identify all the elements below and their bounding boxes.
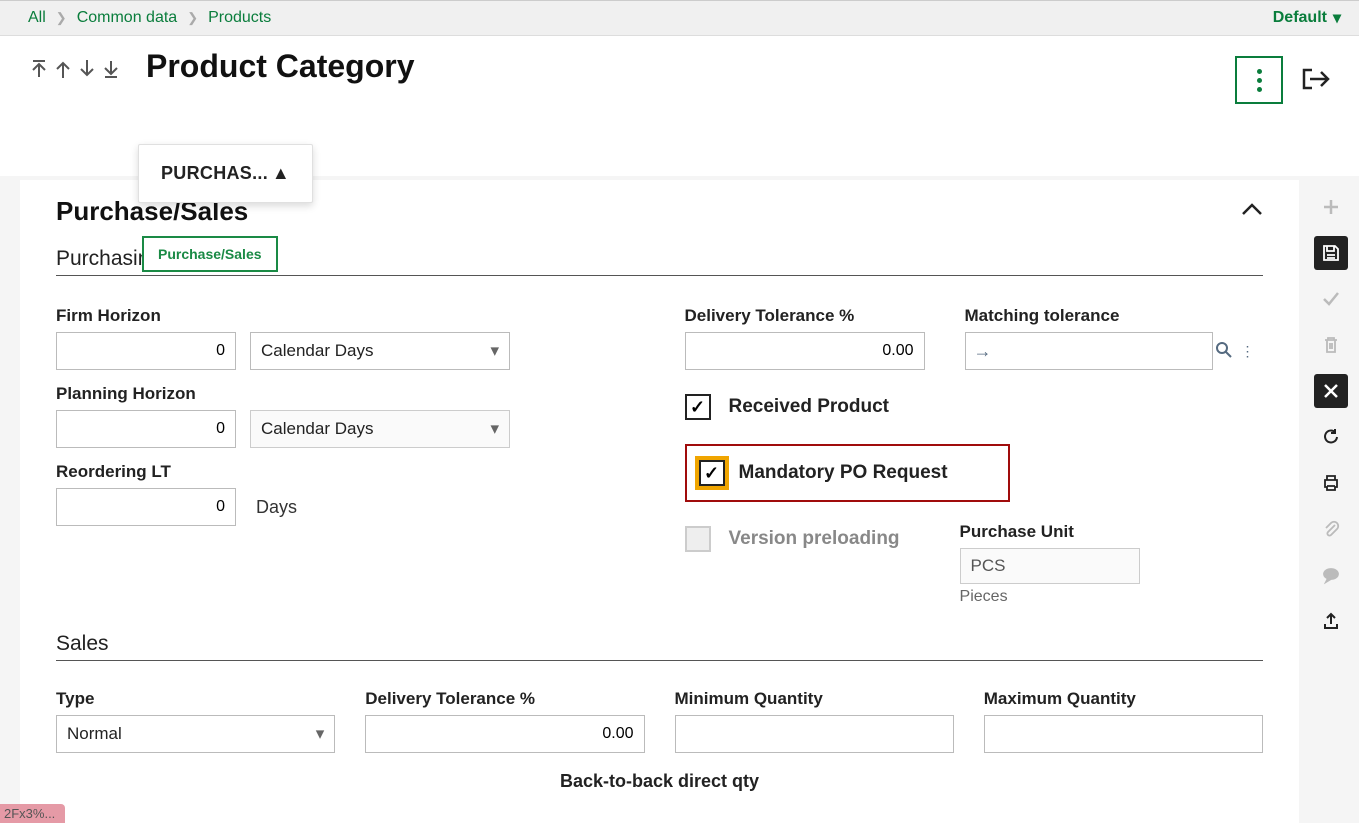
sales-max-qty-label: Maximum Quantity [984,689,1263,709]
planning-horizon-input[interactable] [56,410,236,448]
caret-down-icon: ▾ [490,341,499,361]
select-value: Calendar Days [261,419,373,439]
title-bar: Product Category PURCHAS... ▲ Purchase/S… [0,36,1359,176]
mandatory-po-checkbox[interactable] [699,460,725,486]
purchase-unit-input[interactable] [960,548,1140,584]
actions-menu-button[interactable] [1235,56,1283,104]
status-tag: 2Fx3%... [0,804,65,823]
select-value: Calendar Days [261,341,373,361]
sales-type-select[interactable]: Normal ▾ [56,715,335,753]
view-selector-label: Default [1273,9,1327,27]
sales-max-qty-input[interactable] [984,715,1263,753]
sales-min-qty-input[interactable] [675,715,954,753]
delivery-tolerance-input[interactable] [685,332,925,370]
nav-first-button[interactable] [28,56,50,85]
nav-arrows [28,56,122,85]
sales-min-qty-label: Minimum Quantity [675,689,954,709]
sales-form: Type Normal ▾ Delivery Tolerance % Minim… [56,675,1263,753]
purchase-unit-label: Purchase Unit [960,522,1140,542]
tab-tooltip: Purchase/Sales [142,236,278,272]
cancel-button[interactable] [1314,374,1348,408]
breadcrumb-all[interactable]: All [28,9,46,27]
select-value: Normal [67,724,122,744]
firm-horizon-input[interactable] [56,332,236,370]
page-title: Product Category [146,48,414,85]
received-product-label: Received Product [729,396,890,418]
mandatory-po-label: Mandatory PO Request [739,462,948,484]
sales-subtitle: Sales [56,632,1263,661]
main-content: Purchase/Sales Purchasing Firm Horizon C… [20,180,1299,823]
received-product-row: Received Product [685,394,1264,420]
tab-purchase-sales[interactable]: PURCHAS... ▲ [138,144,313,203]
nav-prev-button[interactable] [52,56,74,85]
planning-horizon-label: Planning Horizon [56,384,635,404]
reordering-lt-label: Reordering LT [56,462,635,482]
version-preloading-checkbox [685,526,711,552]
tab-label: PURCHAS... [161,163,268,183]
sales-delivery-tol-input[interactable] [365,715,644,753]
view-selector[interactable]: Default ▾ [1273,8,1341,28]
goto-icon[interactable]: → [974,341,992,362]
more-icon[interactable]: ⋮ [1241,343,1255,360]
sales-delivery-tol-label: Delivery Tolerance % [365,689,644,709]
reordering-lt-input[interactable] [56,488,236,526]
caret-down-icon: ▾ [490,419,499,439]
caret-up-icon: ▲ [272,163,290,183]
version-preloading-label: Version preloading [729,528,900,550]
sales-type-label: Type [56,689,335,709]
matching-tolerance-label: Matching tolerance [965,306,1213,326]
export-button[interactable] [1314,604,1348,638]
add-button[interactable] [1314,190,1348,224]
purchase-unit-desc: Pieces [960,588,1140,606]
confirm-button[interactable] [1314,282,1348,316]
delivery-tolerance-label: Delivery Tolerance % [685,306,925,326]
delete-button[interactable] [1314,328,1348,362]
matching-tolerance-input[interactable] [1000,342,1207,360]
purchasing-form: Firm Horizon Calendar Days ▾ Planning Ho… [56,292,1263,606]
attach-button[interactable] [1314,512,1348,546]
breadcrumb: All ❯ Common data ❯ Products [28,9,271,27]
comment-button[interactable] [1314,558,1348,592]
version-preloading-row: Version preloading [685,526,900,552]
firm-horizon-unit-select[interactable]: Calendar Days ▾ [250,332,510,370]
breadcrumb-products[interactable]: Products [208,9,271,27]
reordering-lt-unit: Days [256,497,297,518]
caret-down-icon: ▾ [1333,8,1341,28]
search-icon[interactable] [1215,341,1233,362]
right-toolbar [1311,190,1351,638]
exit-button[interactable] [1301,66,1331,95]
breadcrumb-sep: ❯ [187,10,198,26]
nav-next-button[interactable] [76,56,98,85]
collapse-section-button[interactable] [1241,200,1263,223]
caret-down-icon: ▾ [316,724,325,744]
nav-last-button[interactable] [100,56,122,85]
back-to-back-label: Back-to-back direct qty [56,771,1263,792]
received-product-checkbox[interactable] [685,394,711,420]
breadcrumb-sep: ❯ [56,10,67,26]
breadcrumb-bar: All ❯ Common data ❯ Products Default ▾ [0,0,1359,36]
save-button[interactable] [1314,236,1348,270]
firm-horizon-label: Firm Horizon [56,306,635,326]
print-button[interactable] [1314,466,1348,500]
kebab-icon [1257,69,1262,92]
planning-horizon-unit-select[interactable]: Calendar Days ▾ [250,410,510,448]
mandatory-po-highlight: Mandatory PO Request [685,444,1010,502]
breadcrumb-common-data[interactable]: Common data [77,9,178,27]
refresh-button[interactable] [1314,420,1348,454]
matching-tolerance-lookup[interactable]: → ⋮ [965,332,1213,370]
